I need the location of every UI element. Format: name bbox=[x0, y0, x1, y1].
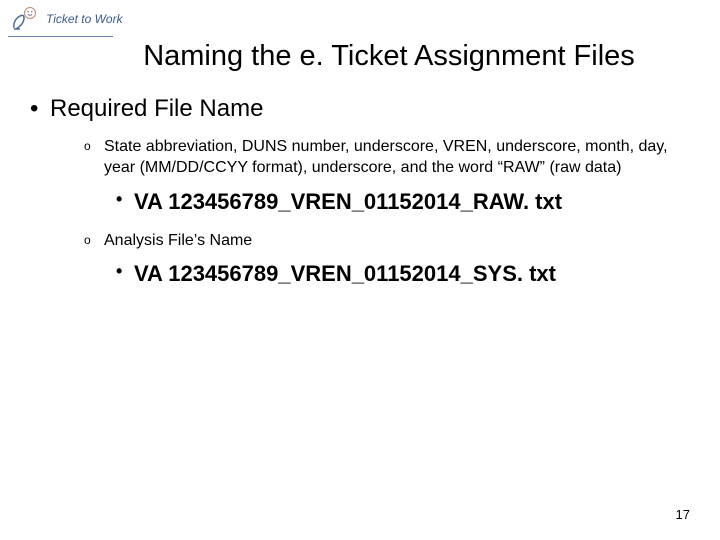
logo-text: Ticket to Work bbox=[46, 13, 123, 25]
subitem-text: Analysis File’s Name bbox=[104, 231, 252, 252]
bullet-text: Required File Name bbox=[50, 95, 263, 123]
subitem-naming-rule: o State abbreviation, DUNS number, under… bbox=[84, 137, 690, 179]
circle-bullet-icon: o bbox=[84, 137, 104, 179]
bullet-dot-icon: • bbox=[30, 95, 50, 123]
example-text: VA 123456789_VREN_01152014_SYS. txt bbox=[134, 261, 556, 287]
page-number: 17 bbox=[676, 507, 690, 522]
bullet-dot-icon: • bbox=[116, 189, 134, 215]
ticket-to-work-icon bbox=[10, 6, 40, 32]
circle-bullet-icon: o bbox=[84, 231, 104, 252]
subitem-analysis-file: o Analysis File’s Name bbox=[84, 231, 690, 252]
logo-underline bbox=[8, 36, 113, 37]
example-text: VA 123456789_VREN_01152014_RAW. txt bbox=[134, 189, 562, 215]
slide-content: Naming the e. Ticket Assignment Files • … bbox=[0, 0, 720, 287]
logo: Ticket to Work bbox=[10, 6, 123, 32]
bullet-dot-icon: • bbox=[116, 261, 134, 287]
example-raw-filename: • VA 123456789_VREN_01152014_RAW. txt bbox=[116, 189, 690, 215]
example-sys-filename: • VA 123456789_VREN_01152014_SYS. txt bbox=[116, 261, 690, 287]
bullet-required-file-name: • Required File Name bbox=[30, 95, 690, 123]
slide-title: Naming the e. Ticket Assignment Files bbox=[88, 40, 690, 73]
subitem-text: State abbreviation, DUNS number, undersc… bbox=[104, 137, 690, 179]
